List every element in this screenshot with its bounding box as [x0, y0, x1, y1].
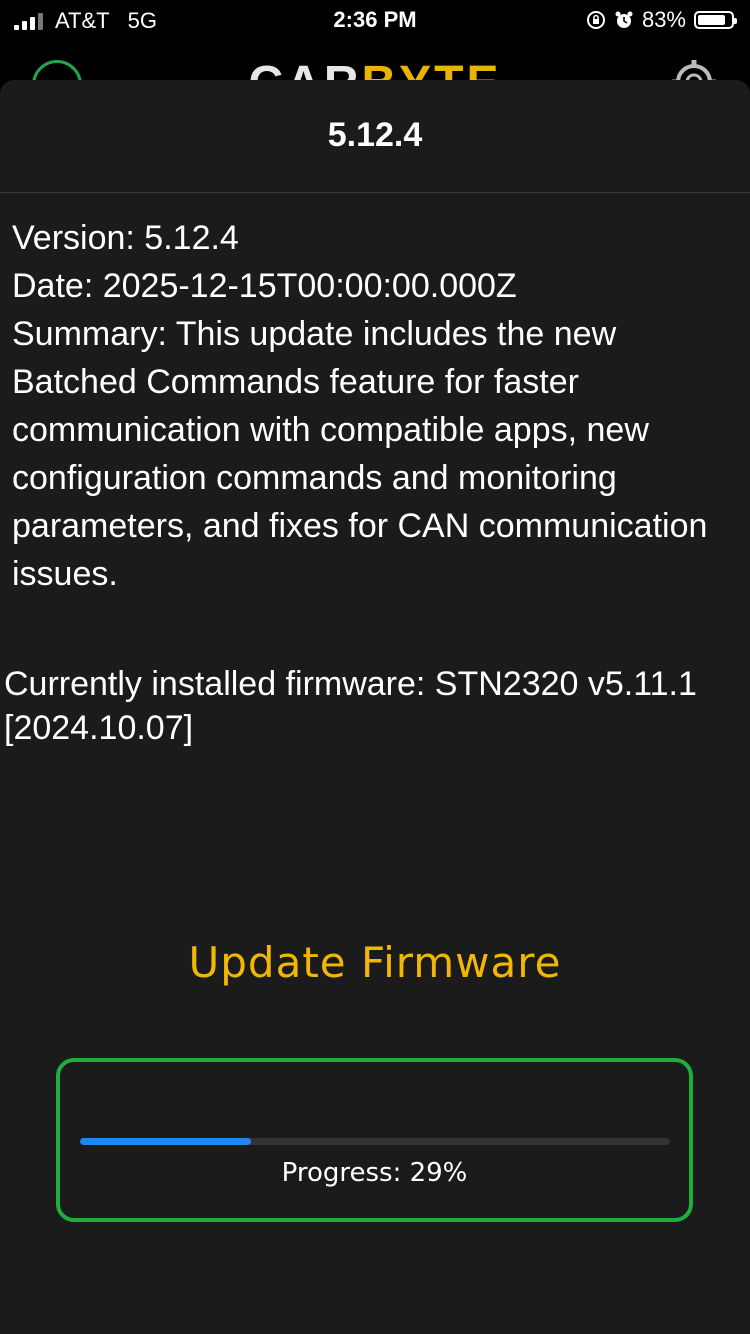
progress-bar-fill	[80, 1138, 252, 1145]
battery-level	[698, 15, 725, 25]
version-line: Version: 5.12.4	[12, 219, 239, 257]
date-line: Date: 2025-12-15T00:00:00.000Z	[12, 267, 517, 305]
progress-bar	[80, 1138, 670, 1145]
battery-percent: 83%	[641, 7, 686, 32]
firmware-update-sheet: 5.12.4 Version: 5.12.4 Date: 2025-12-15T…	[0, 80, 750, 1334]
status-bar: AT&T 5G 2:36 PM 83%	[0, 0, 750, 40]
progress-label: Progress: 29%	[281, 1158, 468, 1188]
battery-icon	[694, 11, 737, 29]
release-notes: Version: 5.12.4 Date: 2025-12-15T00:00:0…	[12, 214, 742, 598]
summary-line: Summary: This update includes the new Ba…	[12, 315, 708, 593]
sheet-title: 5.12.4	[327, 116, 423, 154]
orientation-lock-icon	[586, 11, 605, 29]
alarm-icon	[615, 11, 633, 28]
progress-card: Progress: 29%	[56, 1058, 693, 1222]
status-bar-right: 83%	[586, 7, 737, 33]
update-firmware-button[interactable]: Update Firmware	[0, 938, 750, 987]
divider	[0, 192, 750, 193]
installed-firmware-text: Currently installed firmware: STN2320 v5…	[4, 665, 697, 747]
